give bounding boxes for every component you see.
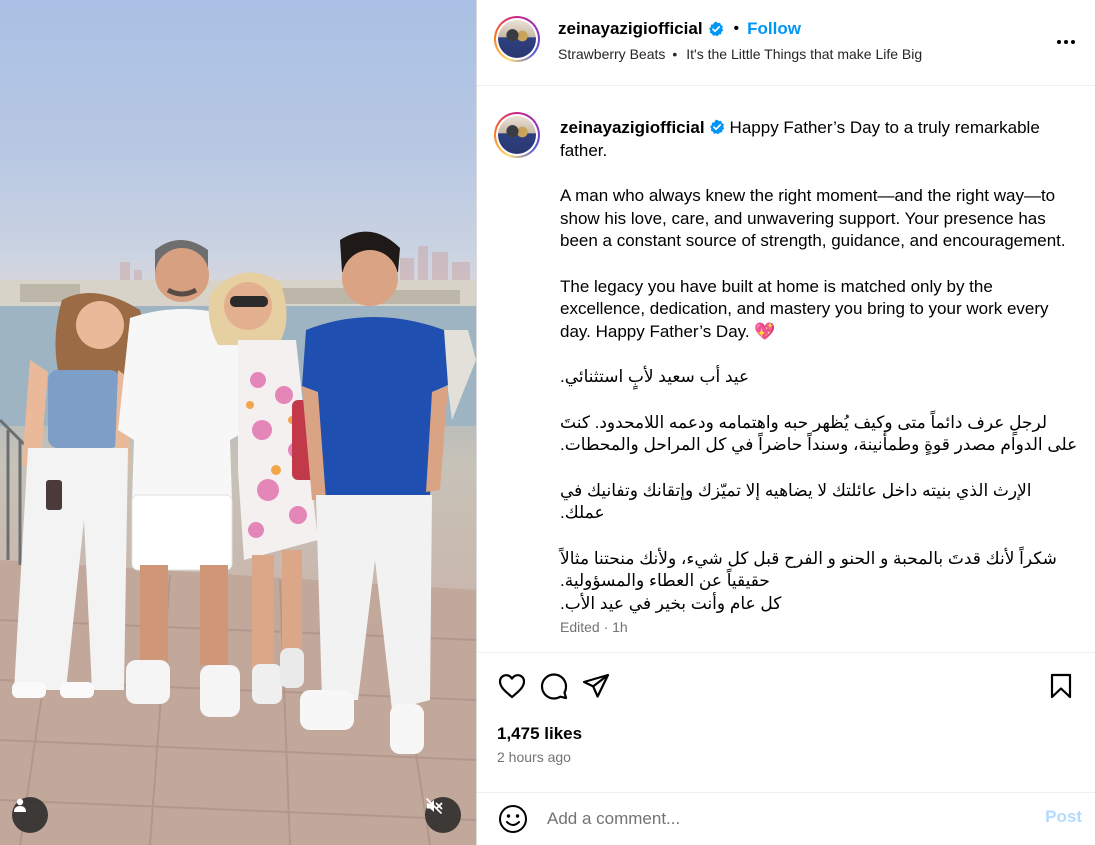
heart-emoji: 💖 xyxy=(754,321,776,341)
caption-avatar[interactable] xyxy=(494,112,540,158)
post-header: zeinayazigiofficial • Follow Strawberry … xyxy=(477,0,1095,86)
muted-speaker-icon xyxy=(426,798,443,814)
heart-icon[interactable] xyxy=(497,671,527,701)
header-separator: • xyxy=(733,20,740,37)
caption-username[interactable]: zeinayazigiofficial xyxy=(560,118,705,137)
comment-bar: Post xyxy=(477,792,1095,845)
avatar[interactable] xyxy=(494,16,540,62)
mute-toggle-button[interactable] xyxy=(425,797,461,833)
audio-separator: • xyxy=(672,46,678,62)
caption-arabic-4a: شكراً لأنك قدتَ بالمحبة و الحنو و الفرح … xyxy=(560,548,1057,591)
post-time-ago[interactable]: 2 hours ago xyxy=(497,749,571,765)
share-icon[interactable] xyxy=(581,671,611,701)
location-link[interactable]: It's the Little Things that make Life Bi… xyxy=(686,46,922,62)
audio-link[interactable]: Strawberry Beats xyxy=(558,46,665,62)
comment-icon[interactable] xyxy=(539,671,569,701)
caption-area: zeinayazigiofficial Happy Father’s Day t… xyxy=(477,87,1095,652)
more-options-button[interactable] xyxy=(1054,30,1078,54)
caption-arabic-4b: كل عام وأنت بخير في عيد الأب. xyxy=(560,593,782,613)
more-options-icon xyxy=(1057,40,1061,44)
caption-arabic-3: الإرث الذي بنيته داخل عائلتك لا يضاهيه إ… xyxy=(560,480,1032,523)
family-photo xyxy=(0,231,476,845)
user-tag-icon xyxy=(14,798,26,812)
edited-timestamp: Edited · 1h xyxy=(560,619,628,635)
post-actions: 1,475 likes 2 hours ago xyxy=(477,652,1095,792)
caption-paragraph-2: A man who always knew the right moment—a… xyxy=(560,186,1066,250)
caption-arabic-2: لرجلٍ عرف دائماً متى وكيف يُظهر حبه واهت… xyxy=(560,412,1078,455)
follow-button[interactable]: Follow xyxy=(747,19,801,39)
verified-badge-icon xyxy=(709,119,724,135)
post-comment-button[interactable]: Post xyxy=(1045,807,1082,827)
instagram-post-view: zeinayazigiofficial • Follow Strawberry … xyxy=(0,0,1095,845)
emoji-icon[interactable] xyxy=(497,803,529,835)
tagged-users-button[interactable] xyxy=(12,797,48,833)
post-side-panel: zeinayazigiofficial • Follow Strawberry … xyxy=(476,0,1095,845)
verified-badge-icon xyxy=(708,21,723,37)
caption-paragraph-3: The legacy you have built at home is mat… xyxy=(560,276,1049,341)
post-media[interactable] xyxy=(0,0,476,845)
likes-count[interactable]: 1,475 likes xyxy=(497,724,582,744)
header-username[interactable]: zeinayazigiofficial xyxy=(558,19,703,39)
caption-arabic-1: عيد أب سعيد لأبٍ استثنائي. xyxy=(560,367,750,386)
comment-input[interactable] xyxy=(547,806,1017,832)
bookmark-icon[interactable] xyxy=(1046,671,1076,701)
post-caption: zeinayazigiofficial Happy Father’s Day t… xyxy=(560,117,1080,615)
